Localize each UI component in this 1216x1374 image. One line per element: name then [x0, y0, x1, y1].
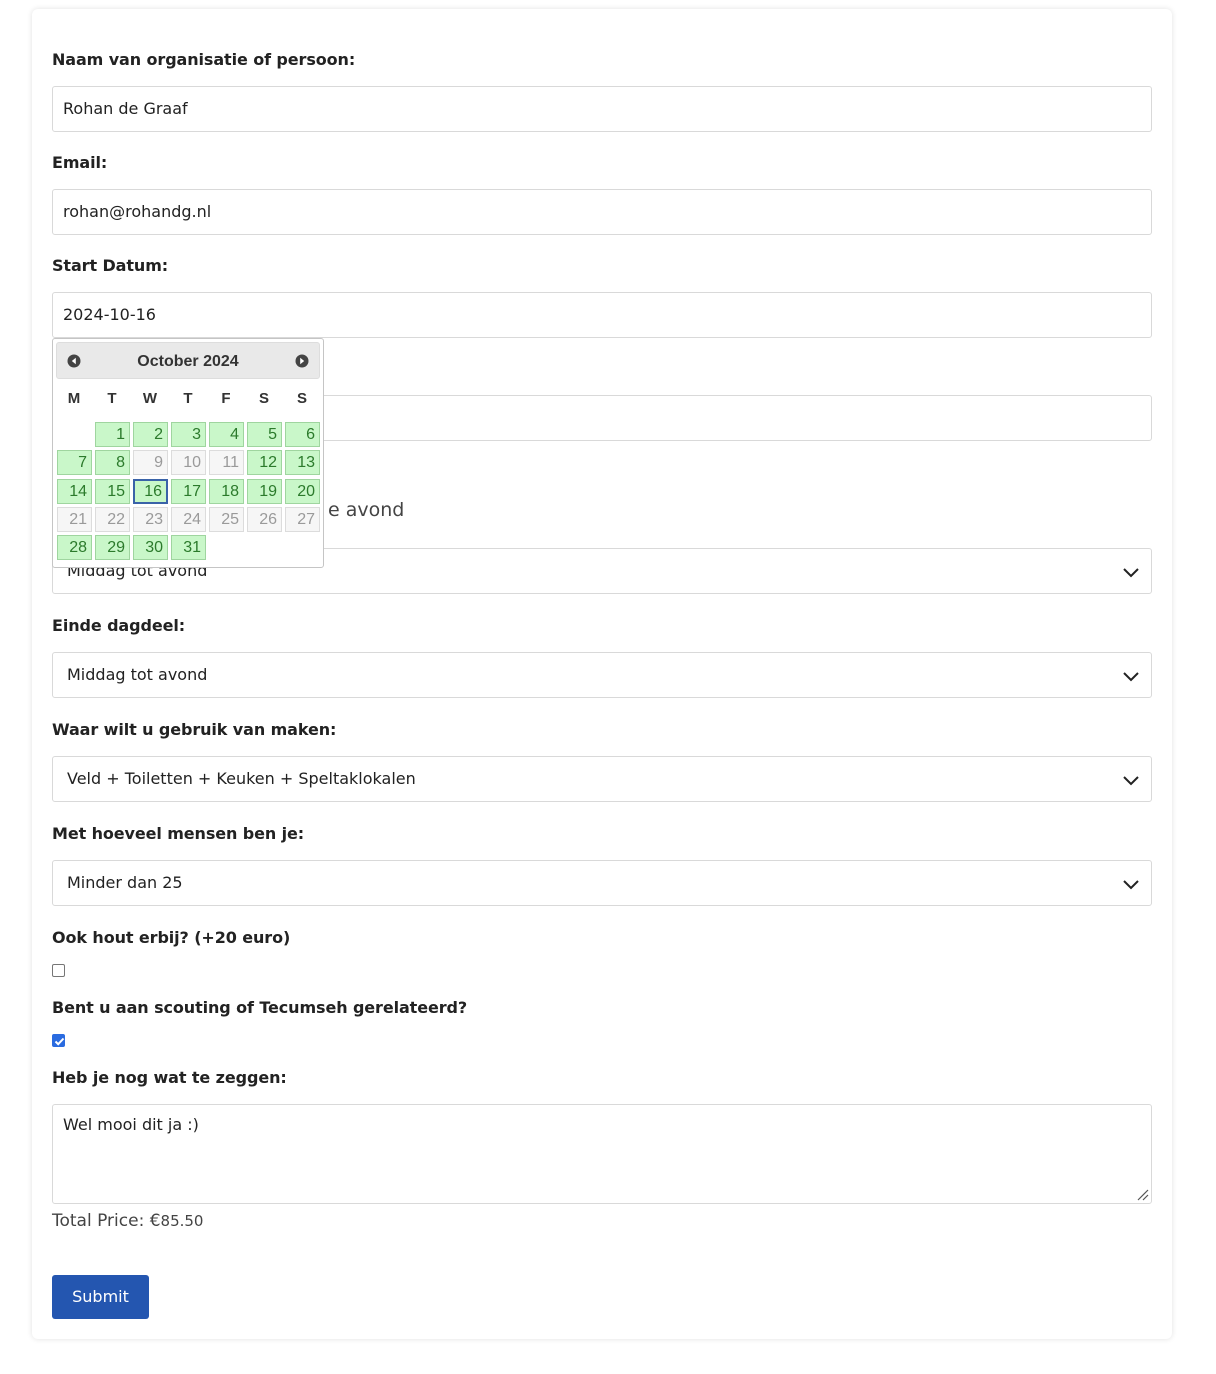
- weekday-header: M: [67, 390, 81, 407]
- chevron-down-icon: [1123, 568, 1139, 578]
- calendar-day[interactable]: 5: [247, 422, 282, 447]
- checkmark-icon: [54, 1037, 65, 1046]
- calendar-day: 24: [171, 507, 206, 532]
- calendar-day[interactable]: 1: [95, 422, 130, 447]
- weekday-header: S: [296, 390, 307, 407]
- usage-select[interactable]: Veld + Toiletten + Keuken + Speltaklokal…: [52, 756, 1152, 802]
- email-input[interactable]: rohan@rohandg.nl: [52, 189, 1152, 235]
- calendar-day: 23: [133, 507, 168, 532]
- people-label: Met hoeveel mensen ben je:: [52, 824, 305, 843]
- name-input[interactable]: Rohan de Graaf: [52, 86, 1152, 132]
- calendar-day: 21: [57, 507, 92, 532]
- calendar-day[interactable]: 20: [285, 479, 320, 504]
- calendar-day[interactable]: 7: [57, 450, 92, 475]
- comment-textarea[interactable]: Wel mooi dit ja :): [52, 1104, 1152, 1204]
- calendar-day: 11: [209, 450, 244, 475]
- weekday-header: F: [221, 390, 231, 407]
- calendar-day[interactable]: 28: [57, 535, 92, 560]
- scouting-label: Bent u aan scouting of Tecumseh gerelate…: [52, 998, 468, 1017]
- start-date-input[interactable]: 2024-10-16: [52, 292, 1152, 338]
- calendar-day: 22: [95, 507, 130, 532]
- calendar-day[interactable]: 16: [133, 479, 168, 504]
- calendar-day: 9: [133, 450, 168, 475]
- weekday-header: S: [258, 390, 269, 407]
- wood-label: Ook hout erbij? (+20 euro): [52, 928, 291, 947]
- chevron-down-icon: [1123, 880, 1139, 890]
- usage-label: Waar wilt u gebruik van maken:: [52, 720, 337, 739]
- calendar-day[interactable]: 31: [171, 535, 206, 560]
- comment-label: Heb je nog wat te zeggen:: [52, 1068, 287, 1087]
- usage-value: Veld + Toiletten + Keuken + Speltaklokal…: [67, 769, 416, 788]
- calendar-day: 27: [285, 507, 320, 532]
- calendar-day[interactable]: 4: [209, 422, 244, 447]
- email-label: Email:: [52, 153, 108, 172]
- datepicker-title: October 2024: [137, 353, 239, 370]
- weekday-header: T: [183, 390, 193, 407]
- total-price: Total Price: €85.50: [52, 1210, 203, 1232]
- end-part-select[interactable]: Middag tot avond: [52, 652, 1152, 698]
- datepicker: October 2024 MTWTFSS 1 2 3 4 5 6 7 8 9 10 11 12 13 14…: [52, 338, 324, 568]
- people-select[interactable]: Minder dan 25: [52, 860, 1152, 906]
- calendar-day[interactable]: 19: [247, 479, 282, 504]
- comment-value: Wel mooi dit ja :): [63, 1115, 199, 1134]
- calendar-day[interactable]: 6: [285, 422, 320, 447]
- calendar-day: 25: [209, 507, 244, 532]
- price-label: Total Price: €: [52, 1211, 161, 1231]
- datepicker-header: October 2024: [56, 342, 320, 379]
- people-value: Minder dan 25: [67, 873, 183, 892]
- calendar-day[interactable]: 14: [57, 479, 92, 504]
- calendar-day[interactable]: 12: [247, 450, 282, 475]
- calendar-day[interactable]: 3: [171, 422, 206, 447]
- calendar-day[interactable]: 15: [95, 479, 130, 504]
- calendar-day: 10: [171, 450, 206, 475]
- end-part-label: Einde dagdeel:: [52, 616, 186, 635]
- calendar-day[interactable]: 30: [133, 535, 168, 560]
- start-date-label: Start Datum:: [52, 256, 169, 275]
- chevron-down-icon: [1123, 672, 1139, 682]
- start-part-label-partial: e avond: [328, 499, 405, 521]
- calendar-day[interactable]: 29: [95, 535, 130, 560]
- price-value: 85.50: [160, 1212, 204, 1230]
- calendar-day[interactable]: 2: [133, 422, 168, 447]
- scouting-checkbox[interactable]: [52, 1034, 65, 1047]
- name-label: Naam van organisatie of persoon:: [52, 50, 356, 69]
- calendar-day[interactable]: 8: [95, 450, 130, 475]
- weekday-header: W: [142, 390, 158, 407]
- booking-form: Naam van organisatie of persoon: Rohan d…: [32, 9, 1172, 1339]
- chevron-down-icon: [1123, 776, 1139, 786]
- calendar-day[interactable]: 17: [171, 479, 206, 504]
- wood-checkbox[interactable]: [52, 964, 65, 977]
- calendar-day[interactable]: 13: [285, 450, 320, 475]
- calendar-day[interactable]: 18: [209, 479, 244, 504]
- end-part-value: Middag tot avond: [67, 665, 208, 684]
- weekday-header: T: [107, 390, 117, 407]
- resize-handle-icon[interactable]: [1135, 1187, 1149, 1201]
- next-month-icon[interactable]: [295, 354, 309, 368]
- calendar-day: 26: [247, 507, 282, 532]
- submit-button[interactable]: Submit: [52, 1275, 149, 1319]
